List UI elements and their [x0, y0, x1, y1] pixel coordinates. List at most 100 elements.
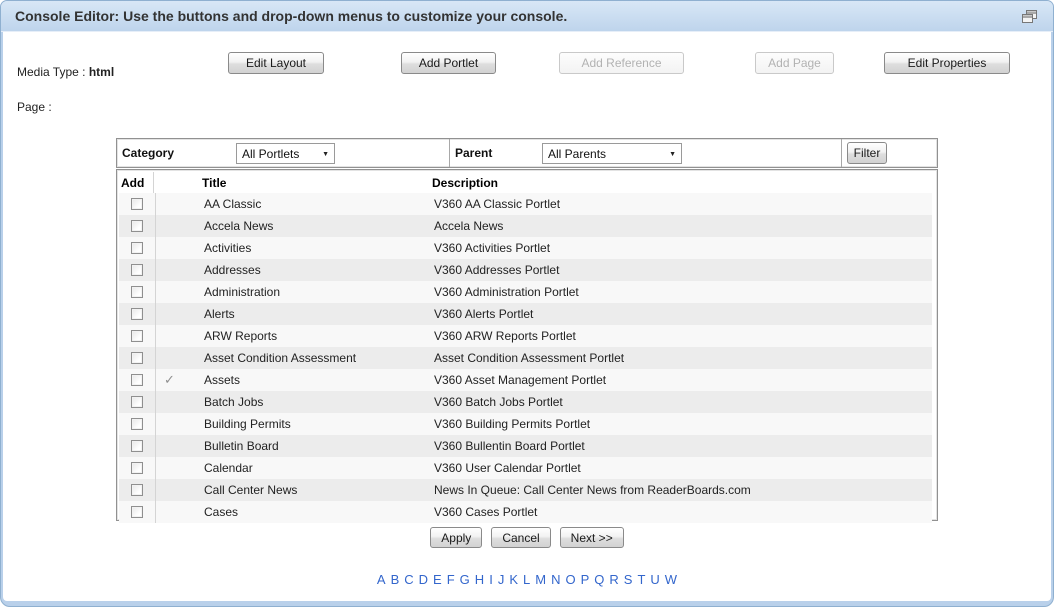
alphabet-link[interactable]: P: [581, 572, 590, 587]
restore-window-icon[interactable]: [1022, 10, 1038, 24]
add-cell: [119, 435, 156, 457]
add-checkbox[interactable]: [131, 198, 143, 210]
next-button[interactable]: Next >>: [560, 527, 624, 548]
alphabet-link[interactable]: N: [551, 572, 560, 587]
alphabet-link[interactable]: O: [565, 572, 575, 587]
page-label: Page :: [17, 100, 52, 114]
row-title: Assets: [204, 373, 434, 387]
add-cell: [119, 369, 156, 391]
filter-button-cell: Filter: [842, 139, 937, 167]
alphabet-link[interactable]: H: [475, 572, 484, 587]
table-row: Alerts V360 Alerts Portlet: [119, 303, 932, 325]
add-page-button: Add Page: [755, 52, 834, 74]
table-row: Batch Jobs V360 Batch Jobs Portlet: [119, 391, 932, 413]
add-portlet-button[interactable]: Add Portlet: [401, 52, 496, 74]
row-title: Bulletin Board: [204, 439, 434, 453]
row-title: ARW Reports: [204, 329, 434, 343]
alphabet-link[interactable]: W: [665, 572, 677, 587]
chevron-down-icon: ▼: [322, 151, 329, 158]
add-checkbox[interactable]: [131, 484, 143, 496]
row-description: V360 AA Classic Portlet: [434, 197, 932, 211]
alphabet-link[interactable]: K: [509, 572, 518, 587]
row-title: Activities: [204, 241, 434, 255]
add-cell: [119, 457, 156, 479]
cancel-button[interactable]: Cancel: [491, 527, 550, 548]
header-description: Description: [432, 176, 937, 190]
add-cell: [119, 259, 156, 281]
apply-button[interactable]: Apply: [430, 527, 482, 548]
table-row: Accela News Accela News: [119, 215, 932, 237]
row-description: V360 Activities Portlet: [434, 241, 932, 255]
row-title: Asset Condition Assessment: [204, 351, 434, 365]
add-checkbox[interactable]: [131, 440, 143, 452]
add-cell: [119, 347, 156, 369]
add-cell: [119, 215, 156, 237]
table-row: Cases V360 Cases Portlet: [119, 501, 932, 523]
footer-buttons: Apply Cancel Next >>: [116, 527, 938, 548]
add-checkbox[interactable]: [131, 220, 143, 232]
row-description: V360 Asset Management Portlet: [434, 373, 932, 387]
row-description: V360 User Calendar Portlet: [434, 461, 932, 475]
add-checkbox[interactable]: [131, 462, 143, 474]
table-row: AA Classic V360 AA Classic Portlet: [119, 193, 932, 215]
add-cell: [119, 193, 156, 215]
category-label: Category: [122, 146, 174, 160]
alphabet-link[interactable]: E: [433, 572, 442, 587]
page-title: Console Editor: Use the buttons and drop…: [15, 8, 567, 24]
add-cell: [119, 303, 156, 325]
alphabet-link[interactable]: T: [637, 572, 645, 587]
alphabet-link[interactable]: B: [391, 572, 400, 587]
titlebar: Console Editor: Use the buttons and drop…: [1, 1, 1053, 32]
add-checkbox[interactable]: [131, 330, 143, 342]
add-checkbox[interactable]: [131, 418, 143, 430]
add-checkbox[interactable]: [131, 506, 143, 518]
edit-properties-button[interactable]: Edit Properties: [884, 52, 1010, 74]
edit-layout-button[interactable]: Edit Layout: [228, 52, 324, 74]
row-description: V360 Alerts Portlet: [434, 307, 932, 321]
add-checkbox[interactable]: [131, 352, 143, 364]
alphabet-link[interactable]: Q: [594, 572, 604, 587]
parent-select[interactable]: All Parents ▼: [542, 143, 682, 164]
row-description: Asset Condition Assessment Portlet: [434, 351, 932, 365]
alphabet-link[interactable]: R: [609, 572, 618, 587]
alphabet-link[interactable]: I: [489, 572, 493, 587]
row-title: Building Permits: [204, 417, 434, 431]
add-checkbox[interactable]: [131, 264, 143, 276]
alphabet-link[interactable]: F: [447, 572, 455, 587]
row-title: AA Classic: [204, 197, 434, 211]
selected-check-icon: ✓: [156, 372, 204, 388]
table-header: Add Title Description: [117, 172, 937, 193]
row-description: V360 Addresses Portlet: [434, 263, 932, 277]
table-row: ARW Reports V360 ARW Reports Portlet: [119, 325, 932, 347]
alphabet-link[interactable]: D: [419, 572, 428, 587]
add-cell: [119, 479, 156, 501]
alphabet-link[interactable]: S: [624, 572, 633, 587]
row-description: News In Queue: Call Center News from Rea…: [434, 483, 932, 497]
alphabet-link[interactable]: A: [377, 572, 386, 587]
media-type-label: Media Type : html: [17, 65, 114, 79]
header-title: Title: [202, 176, 432, 190]
filter-button[interactable]: Filter: [847, 142, 887, 164]
add-checkbox[interactable]: [131, 286, 143, 298]
table-row: Building Permits V360 Building Permits P…: [119, 413, 932, 435]
row-title: Batch Jobs: [204, 395, 434, 409]
add-checkbox[interactable]: [131, 242, 143, 254]
add-checkbox[interactable]: [131, 374, 143, 386]
add-checkbox[interactable]: [131, 396, 143, 408]
add-checkbox[interactable]: [131, 308, 143, 320]
add-cell: [119, 391, 156, 413]
alphabet-link[interactable]: C: [404, 572, 413, 587]
media-type-text: Media Type :: [17, 65, 85, 79]
alphabet-link[interactable]: G: [460, 572, 470, 587]
add-reference-button: Add Reference: [559, 52, 684, 74]
row-title: Addresses: [204, 263, 434, 277]
category-select[interactable]: All Portlets ▼: [236, 143, 335, 164]
alphabet-link[interactable]: M: [535, 572, 546, 587]
alphabet-link[interactable]: J: [498, 572, 505, 587]
alphabet-link[interactable]: U: [650, 572, 659, 587]
parent-label: Parent: [455, 146, 492, 160]
row-description: V360 Building Permits Portlet: [434, 417, 932, 431]
media-type-value: html: [89, 65, 114, 79]
alphabet-link[interactable]: L: [523, 572, 530, 587]
alphabet-links: ABCDEFGHIJKLMNOPQRSTUW: [3, 572, 1051, 587]
